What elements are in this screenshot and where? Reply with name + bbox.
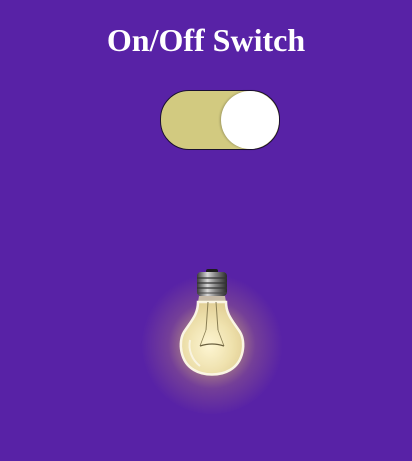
on-off-toggle[interactable] bbox=[160, 90, 280, 150]
page-title: On/Off Switch bbox=[106, 22, 306, 58]
toggle-knob[interactable] bbox=[221, 91, 279, 149]
light-bulb-icon bbox=[179, 269, 245, 376]
